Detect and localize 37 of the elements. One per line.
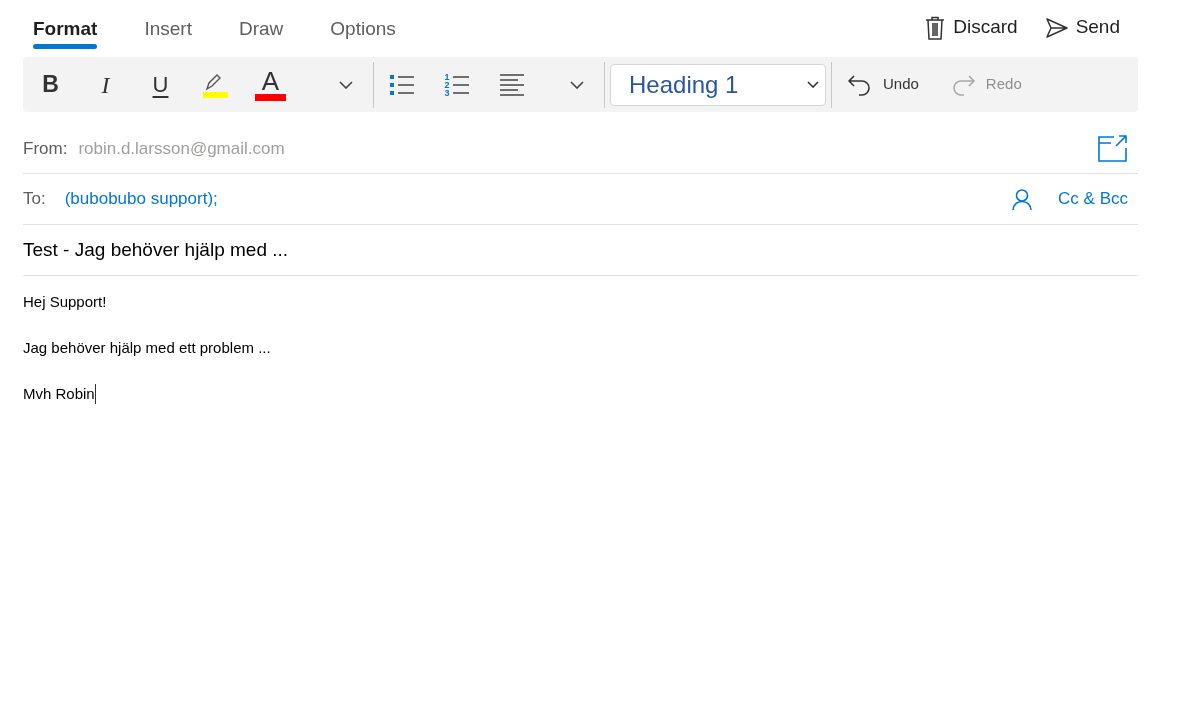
trash-icon <box>925 15 946 40</box>
align-left-icon <box>499 73 524 96</box>
tab[interactable]: Draw <box>238 8 284 49</box>
chevron-down-icon <box>569 80 584 89</box>
cc-bcc-link[interactable]: Cc & Bcc <box>1058 186 1128 212</box>
tab[interactable]: Insert <box>144 8 192 49</box>
tab[interactable]: Format <box>33 8 98 49</box>
to-label: To: <box>23 188 46 211</box>
send-button[interactable]: Send <box>1045 13 1120 42</box>
style-value: Heading 1 <box>629 69 740 100</box>
subject-field[interactable]: Test - Jag behöver hjälp med ... <box>23 235 289 265</box>
list-numbers: 123 <box>444 72 450 97</box>
tab[interactable]: Options <box>330 8 396 49</box>
font-color-button[interactable]: A <box>243 57 298 112</box>
body-text: Jag behöver hjälp med ett problem ... <box>23 338 272 358</box>
underline-button[interactable]: U <box>133 57 188 112</box>
body-text: Mvh Robin <box>23 384 96 404</box>
from-label: From: <box>23 137 68 160</box>
pop-out-icon[interactable] <box>1098 134 1128 163</box>
bold-button[interactable]: B <box>23 57 78 112</box>
undo-button[interactable]: Undo <box>832 57 935 112</box>
list-lines-icon <box>452 74 469 95</box>
chevron-down-icon <box>338 80 353 89</box>
chevron-down-icon <box>807 81 819 88</box>
italic-button[interactable]: I <box>78 57 133 112</box>
person-icon[interactable] <box>1012 188 1033 210</box>
body-text: Hej Support! <box>23 292 108 312</box>
discard-button[interactable]: Discard <box>925 13 1018 42</box>
from-address: robin.d.larsson@gmail.com <box>78 137 285 160</box>
undo-arrow-icon <box>848 72 872 97</box>
send-icon <box>1045 17 1068 38</box>
style-dropdown[interactable]: Heading 1 <box>610 63 826 106</box>
redo-arrow-icon <box>950 72 975 97</box>
highlighter-icon <box>203 71 228 98</box>
numbering-button[interactable]: 123 <box>429 57 484 112</box>
bulleted-list-icon <box>389 73 414 96</box>
recipient[interactable]: (bubobubo support); <box>64 186 218 212</box>
